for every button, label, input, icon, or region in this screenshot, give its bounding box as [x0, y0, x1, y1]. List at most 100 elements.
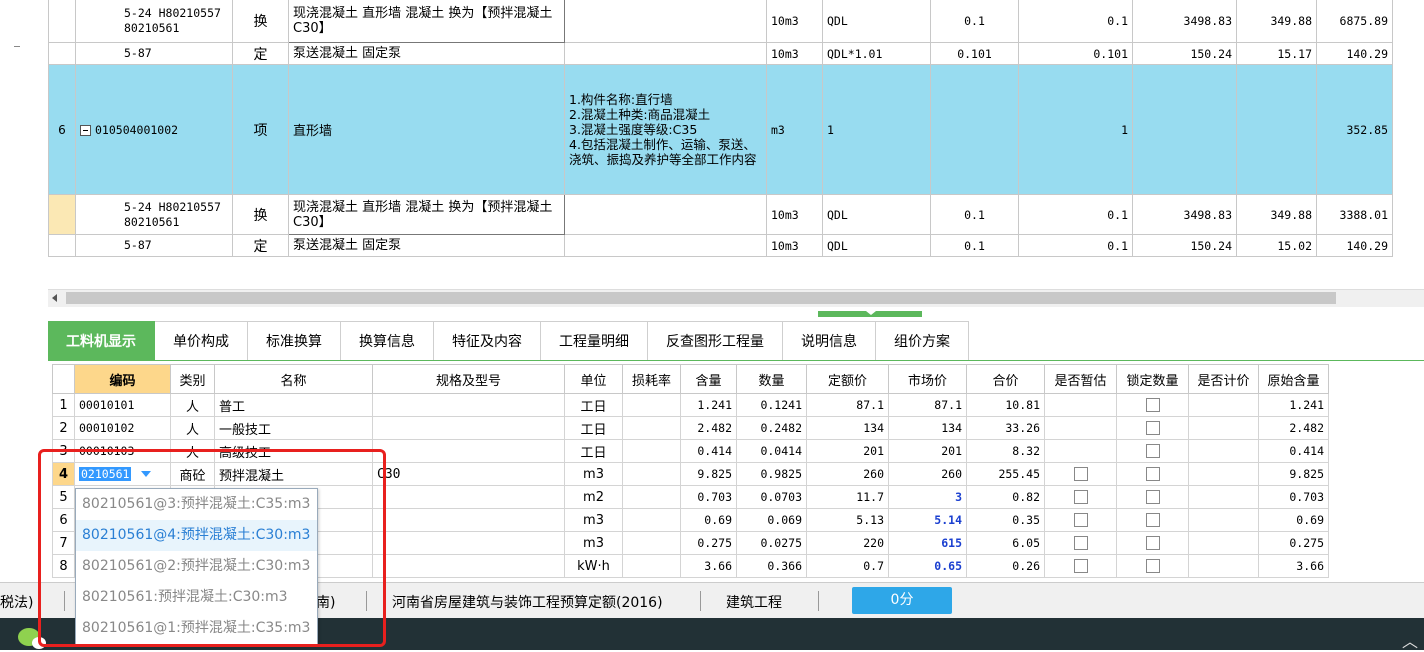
code-dropdown-list[interactable]: 80210561@3:预拌混凝土:C35:m3 80210561@4:预拌混凝土:… — [75, 488, 318, 645]
quantity-expression-cell[interactable]: QDL — [822, 234, 931, 257]
quantity-cell[interactable]: 0.1241 — [736, 393, 807, 417]
quantity-cell[interactable]: 0.069 — [736, 508, 807, 532]
column-header[interactable]: 定额价 — [806, 364, 889, 394]
loss-rate-cell[interactable] — [622, 416, 681, 440]
column-header[interactable]: 含量 — [680, 364, 737, 394]
name-cell[interactable]: 现浇混凝土 直形墙 混凝土 换为【预拌混凝土 C30】 — [288, 0, 565, 43]
resource-row[interactable]: 2 00010102 人一般技工 工日 2.482 0.2482 134 134 33.26 2.… — [52, 416, 1329, 440]
market-price-cell[interactable]: 260 — [888, 462, 967, 486]
chevron-up-icon[interactable]: ︿ — [1402, 628, 1418, 652]
market-price-cell[interactable]: 134 — [888, 416, 967, 440]
dropdown-option[interactable]: 80210561@2:预拌混凝土:C30:m3 — [76, 551, 317, 582]
tab-6[interactable]: 反查图形工程量 — [648, 321, 783, 361]
loss-rate-cell[interactable] — [622, 485, 681, 509]
dropdown-option[interactable]: 80210561@3:预拌混凝土:C35:m3 — [76, 489, 317, 520]
resource-row[interactable]: 1 00010101 人普工 工日 1.241 0.1241 87.1 87.1 10.81 1.… — [52, 393, 1329, 417]
content-cell[interactable]: 3.66 — [680, 554, 737, 578]
column-header[interactable]: 市场价 — [888, 364, 967, 394]
resource-row[interactable]: 3 00010103 人高级技工 工日 0.414 0.0414 201 201 8.32 0.4… — [52, 439, 1329, 463]
lock-quantity-cell[interactable] — [1116, 462, 1189, 486]
score-button[interactable]: 0分 — [852, 587, 952, 614]
is-priced-cell[interactable] — [1188, 485, 1259, 509]
provisional-checkbox[interactable] — [1073, 490, 1088, 504]
quantity-cell[interactable]: 0.366 — [736, 554, 807, 578]
spec-cell[interactable] — [372, 416, 565, 440]
loss-rate-cell[interactable] — [622, 439, 681, 463]
lock-quantity-checkbox[interactable] — [1145, 467, 1160, 481]
content-cell[interactable]: 0.414 — [680, 439, 737, 463]
content-cell[interactable]: 2.482 — [680, 416, 737, 440]
code-editor-input[interactable]: 0210561 — [79, 466, 132, 481]
item-code-cell[interactable]: 5-87 — [75, 234, 233, 257]
resource-name-cell[interactable]: 普工 — [214, 393, 373, 417]
lock-quantity-checkbox[interactable] — [1145, 444, 1160, 458]
dropdown-option[interactable]: 80210561:预拌混凝土:C30:m3 — [76, 582, 317, 613]
item-code-cell[interactable]: 5-87 — [75, 42, 233, 65]
tab-8[interactable]: 组价方案 — [876, 321, 969, 361]
lock-quantity-cell[interactable] — [1116, 508, 1189, 532]
is-priced-cell[interactable] — [1188, 393, 1259, 417]
provisional-cell[interactable] — [1044, 485, 1117, 509]
column-header[interactable]: 名称 — [214, 364, 373, 394]
loss-rate-cell[interactable] — [622, 531, 681, 555]
quota-row[interactable]: 5-24 H80210557 80210561 换现浇混凝土 直形墙 混凝土 换为… — [48, 194, 1393, 235]
column-header[interactable]: 规格及型号 — [372, 364, 565, 394]
column-header[interactable]: 单位 — [564, 364, 623, 394]
quantity-cell[interactable]: 0.0275 — [736, 531, 807, 555]
quantity-expression-cell[interactable]: QDL — [822, 0, 931, 43]
quantity-expression-cell[interactable]: 1 — [822, 64, 931, 195]
content-cell[interactable]: 9.825 — [680, 462, 737, 486]
column-header[interactable]: 类别 — [170, 364, 215, 394]
spec-cell[interactable] — [372, 554, 565, 578]
code-cell[interactable]: 00010101 — [74, 393, 171, 417]
scroll-left-icon[interactable] — [52, 294, 57, 302]
provisional-checkbox[interactable] — [1073, 467, 1088, 481]
tab-0[interactable]: 工料机显示 — [48, 321, 155, 361]
provisional-cell[interactable] — [1044, 554, 1117, 578]
code-cell[interactable]: 0210561 — [74, 462, 171, 486]
lock-quantity-checkbox[interactable] — [1145, 421, 1160, 435]
is-priced-cell[interactable] — [1188, 554, 1259, 578]
horizontal-scrollbar[interactable] — [48, 289, 1424, 307]
column-header[interactable]: 损耗率 — [622, 364, 681, 394]
name-cell[interactable]: 现浇混凝土 直形墙 混凝土 换为【预拌混凝土 C30】 — [288, 194, 565, 235]
lock-quantity-checkbox[interactable] — [1145, 513, 1160, 527]
provisional-cell[interactable] — [1044, 508, 1117, 532]
loss-rate-cell[interactable] — [622, 554, 681, 578]
item-code-cell[interactable]: 5-24 H80210557 80210561 — [75, 0, 233, 43]
feature-cell[interactable]: 1.构件名称:直行墙 2.混凝土种类:商品混凝土 3.混凝土强度等级:C35 4… — [564, 64, 767, 195]
feature-cell[interactable] — [564, 0, 767, 43]
market-price-cell[interactable]: 5.14 — [888, 508, 967, 532]
feature-cell[interactable] — [564, 194, 767, 235]
loss-rate-cell[interactable] — [622, 462, 681, 486]
quota-row[interactable]: 5-24 H80210557 80210561 换现浇混凝土 直形墙 混凝土 换为… — [48, 0, 1393, 43]
spec-cell[interactable] — [372, 485, 565, 509]
market-price-cell[interactable]: 201 — [888, 439, 967, 463]
scrollbar-thumb[interactable] — [66, 292, 1336, 304]
market-price-cell[interactable]: 3 — [888, 485, 967, 509]
column-header[interactable]: 数量 — [736, 364, 807, 394]
content-cell[interactable]: 0.275 — [680, 531, 737, 555]
tab-5[interactable]: 工程量明细 — [541, 321, 648, 361]
wechat-icon[interactable] — [18, 628, 46, 649]
provisional-cell[interactable] — [1044, 462, 1117, 486]
name-cell[interactable]: 泵送混凝土 固定泵 — [288, 42, 565, 65]
spec-cell[interactable] — [372, 393, 565, 417]
tab-3[interactable]: 换算信息 — [341, 321, 434, 361]
quantity-cell[interactable]: 0.9825 — [736, 462, 807, 486]
provisional-cell[interactable] — [1044, 531, 1117, 555]
quantity-cell[interactable]: 0.0703 — [736, 485, 807, 509]
dropdown-option[interactable]: 80210561@1:预拌混凝土:C35:m3 — [76, 613, 317, 644]
tab-4[interactable]: 特征及内容 — [434, 321, 541, 361]
provisional-cell[interactable] — [1044, 393, 1117, 417]
lock-quantity-cell[interactable] — [1116, 439, 1189, 463]
column-header[interactable]: 合价 — [966, 364, 1045, 394]
spec-cell[interactable] — [372, 508, 565, 532]
market-price-cell[interactable]: 615 — [888, 531, 967, 555]
column-header[interactable]: 是否计价 — [1188, 364, 1259, 394]
lock-quantity-cell[interactable] — [1116, 485, 1189, 509]
item-code-cell[interactable]: 010504001002 — [75, 64, 233, 195]
quantity-cell[interactable]: 0.2482 — [736, 416, 807, 440]
tab-1[interactable]: 单价构成 — [155, 321, 248, 361]
provisional-checkbox[interactable] — [1073, 559, 1088, 573]
